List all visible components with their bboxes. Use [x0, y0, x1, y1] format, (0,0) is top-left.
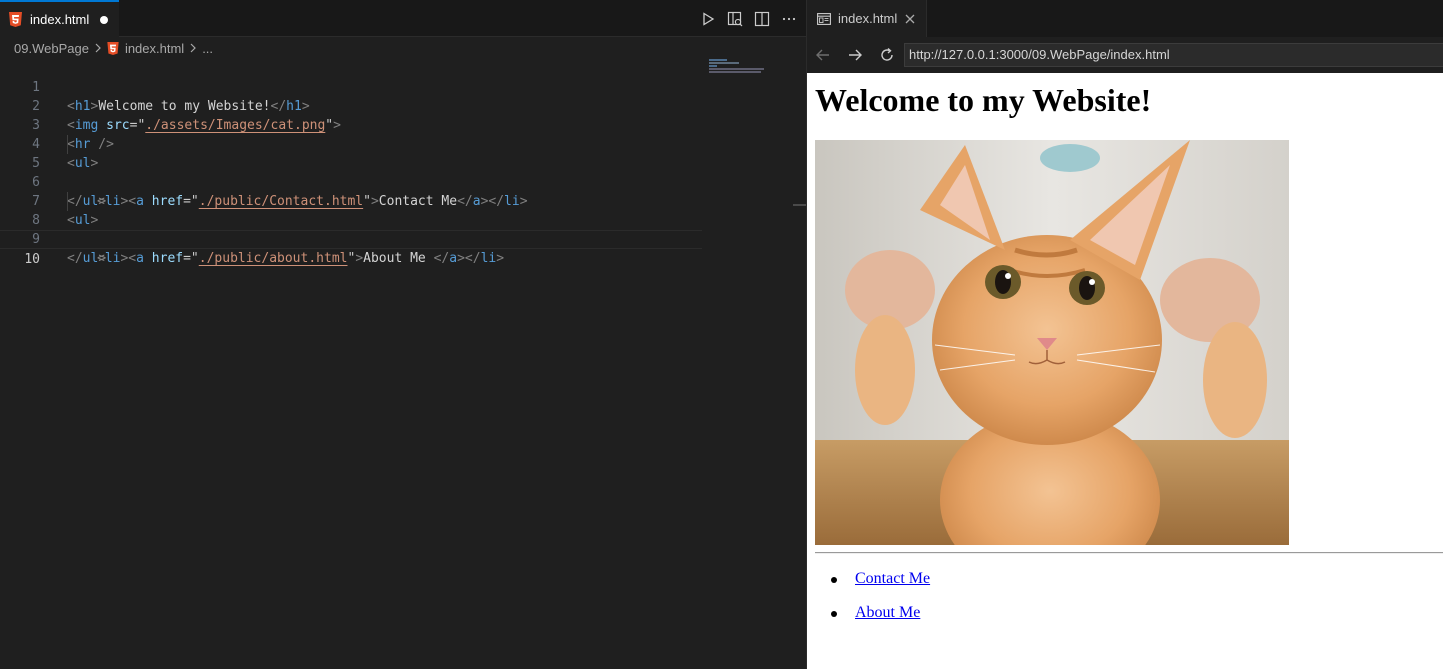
- indent-guide: [67, 135, 68, 154]
- code-line-current[interactable]: 10: [0, 230, 702, 267]
- code-editor[interactable]: index.html 09.WebPage index.html ... 1 <…: [0, 0, 806, 669]
- code-area[interactable]: 1 <h1>Welcome to my Website!</h1> 2 <img…: [0, 59, 702, 267]
- forward-button[interactable]: [839, 37, 871, 73]
- run-button[interactable]: [695, 6, 721, 32]
- minimap[interactable]: [709, 59, 769, 79]
- code-line: 5 <li><a href="./public/Contact.html">Co…: [0, 135, 702, 209]
- chevron-right-icon: [189, 43, 197, 53]
- code-line: 2 <img src="./assets/Images/cat.png">: [0, 78, 702, 133]
- reload-icon: [881, 47, 893, 61]
- indent-guide: [67, 192, 68, 211]
- code-line: 1 <h1>Welcome to my Website!</h1>: [0, 59, 702, 114]
- reload-button[interactable]: [871, 37, 903, 73]
- tab-label: index.html: [30, 12, 90, 27]
- cat-image: [815, 140, 1289, 545]
- run-icon: [703, 11, 715, 26]
- forward-icon: [849, 49, 862, 61]
- browser-toolbar: http://127.0.0.1:3000/09.WebPage/index.h…: [807, 37, 1443, 73]
- url-input[interactable]: http://127.0.0.1:3000/09.WebPage/index.h…: [904, 43, 1443, 67]
- breadcrumb-file[interactable]: index.html: [125, 41, 184, 56]
- breadcrumb-folder[interactable]: 09.WebPage: [14, 41, 89, 56]
- list-about: About Me: [815, 604, 920, 622]
- code-text: <li><a href="./public/about.html">About …: [97, 251, 505, 266]
- preview-icon: [817, 12, 831, 25]
- line-number: 10: [24, 252, 40, 267]
- bullet-icon: [831, 611, 837, 617]
- code-line: 3 <hr />: [0, 97, 702, 152]
- browser-tab-bar: index.html: [807, 0, 1443, 37]
- page-heading: Welcome to my Website!: [815, 82, 1152, 118]
- close-tab-button[interactable]: [905, 14, 915, 24]
- split-editor-button[interactable]: [749, 6, 775, 32]
- more-actions-icon: [782, 17, 796, 20]
- chevron-right-icon: [94, 43, 102, 53]
- code-line: 7 <ul>: [0, 173, 702, 228]
- simple-browser: index.html http://127.0.0.1:3000/09.WebP…: [806, 0, 1443, 669]
- open-preview-icon: [727, 11, 743, 26]
- editor-tab-bar: index.html: [0, 0, 806, 37]
- breadcrumb: 09.WebPage index.html ...: [0, 38, 213, 58]
- html5-icon: [9, 12, 22, 27]
- contact-me-link[interactable]: Contact Me: [855, 570, 930, 587]
- html5-icon: [107, 41, 119, 55]
- unsaved-indicator-icon[interactable]: [100, 15, 109, 24]
- horizontal-rule: [815, 552, 1443, 554]
- web-page: Welcome to my Website! Contact Me About …: [807, 73, 1443, 669]
- code-line: 6 </ul>: [0, 154, 702, 209]
- code-line: 4 <ul>: [0, 116, 702, 171]
- back-button[interactable]: [807, 37, 839, 73]
- tab-browser-preview[interactable]: index.html: [807, 0, 927, 37]
- editor-actions: [695, 0, 806, 37]
- path-link[interactable]: ./public/about.html: [199, 251, 348, 266]
- bullet-icon: [831, 577, 837, 583]
- about-me-link[interactable]: About Me: [855, 604, 920, 621]
- code-line: 8 <li><a href="./public/about.html">Abou…: [0, 192, 702, 266]
- code-line: 9 </ul>: [0, 211, 702, 266]
- open-preview-button[interactable]: [722, 6, 748, 32]
- breadcrumb-symbols[interactable]: ...: [202, 41, 213, 56]
- more-actions-button[interactable]: [776, 6, 802, 32]
- list-item: Contact Me: [815, 570, 930, 588]
- list-contact: Contact Me: [815, 570, 930, 588]
- browser-tab-label: index.html: [838, 11, 898, 26]
- back-icon: [816, 49, 829, 61]
- code-text: </ul>: [67, 251, 107, 266]
- split-editor-icon: [754, 11, 770, 26]
- scrollbar-marker[interactable]: [793, 204, 806, 206]
- list-item: About Me: [815, 604, 920, 622]
- tab-index-html[interactable]: index.html: [0, 0, 119, 37]
- close-icon: [905, 14, 915, 23]
